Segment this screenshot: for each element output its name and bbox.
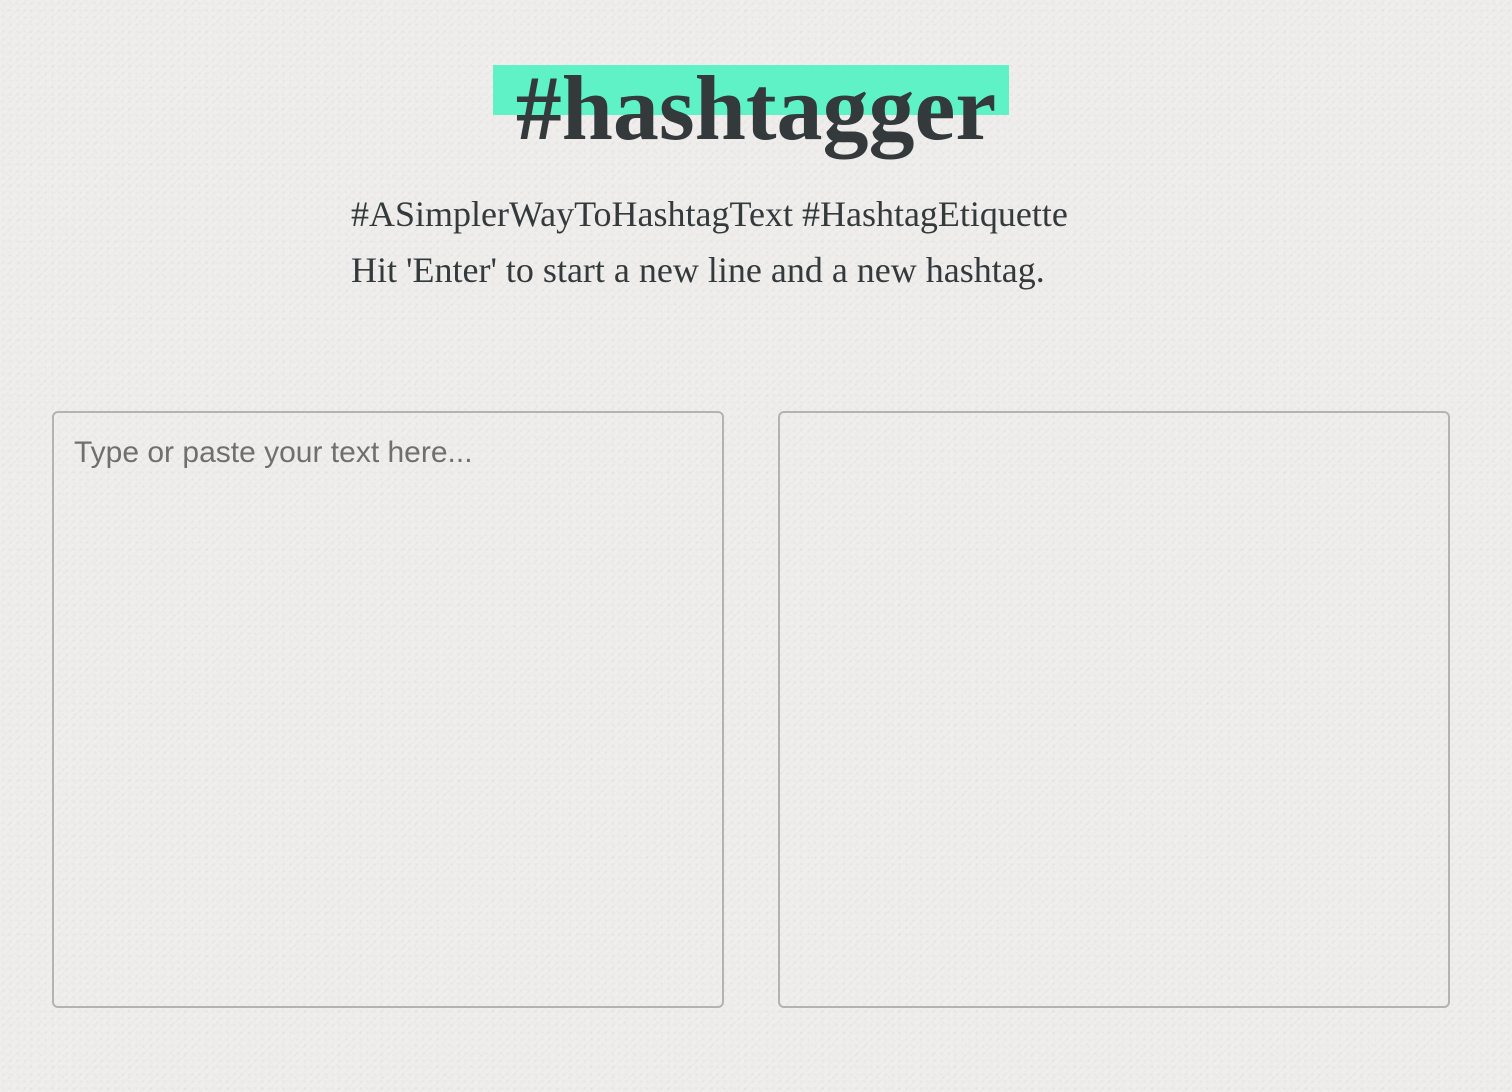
page-title: #hashtagger: [515, 57, 997, 159]
header: #hashtagger #ASimplerWayToHashtagText #H…: [0, 0, 1512, 290]
output-textarea[interactable]: [778, 411, 1450, 1008]
subtitle-hashtags: #ASimplerWayToHashtagText #HashtagEtique…: [351, 194, 1068, 234]
subtitle-instructions: Hit 'Enter' to start a new line and a ne…: [351, 250, 1045, 290]
subtitle: #ASimplerWayToHashtagText #HashtagEtique…: [351, 186, 1068, 298]
input-textarea[interactable]: [52, 411, 724, 1008]
page: { "header": { "title": "#hashtagger", "s…: [0, 0, 1512, 1092]
